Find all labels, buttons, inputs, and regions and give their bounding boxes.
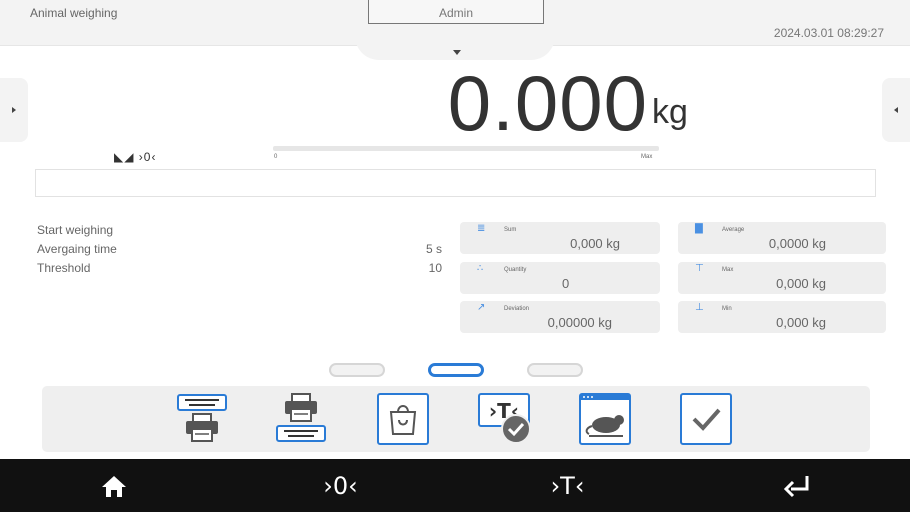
product-bag-icon <box>377 393 429 445</box>
zero-button[interactable]: ›0‹ <box>227 459 454 512</box>
stat-value: 0,00000 kg <box>547 315 612 330</box>
max-icon: ⊤ <box>695 263 704 274</box>
stat-value: 0,000 kg <box>776 315 826 330</box>
info-line <box>35 169 876 197</box>
animal-icon <box>579 393 631 445</box>
datetime: 2024.03.01 08:29:27 <box>773 26 884 40</box>
page-dot-1[interactable] <box>329 363 385 377</box>
stat-card-max: ⊤ Max 0,000 kg <box>678 262 886 294</box>
stat-label: Deviation <box>504 306 530 312</box>
tare-icon: ›T‹ <box>550 471 585 500</box>
chevron-down-icon[interactable] <box>453 50 461 55</box>
stat-card-sum: ≣ Sum 0,000 kg <box>460 222 660 254</box>
stat-label: Sum <box>504 227 517 233</box>
function-toolbar <box>42 386 870 452</box>
weight-unit: kg <box>652 93 688 131</box>
home-icon <box>101 475 126 497</box>
chevron-right-icon <box>12 107 16 113</box>
page-dot-2[interactable] <box>428 363 484 377</box>
print-header-icon <box>177 394 227 442</box>
enter-icon <box>783 475 808 497</box>
min-icon: ⊥ <box>695 302 704 313</box>
bargraph-max-label: Max <box>641 154 653 160</box>
animal-weighing-button[interactable] <box>579 392 631 446</box>
setting-start-weighing-label: Start weighing <box>37 223 114 237</box>
product-button[interactable] <box>377 392 429 446</box>
weight-value: 0.000 <box>447 59 648 147</box>
zero-icon: ›0‹ <box>323 471 358 500</box>
print-header-button[interactable] <box>176 392 228 446</box>
stat-value: 0,0000 kg <box>768 236 826 251</box>
confirm-button[interactable] <box>680 392 732 446</box>
setting-averaging-time-label: Avergaing time <box>37 242 117 256</box>
setting-threshold-value: 10 <box>428 261 442 275</box>
tare-confirm-icon: ›T‹ <box>478 393 531 444</box>
stat-value: 0,000 kg <box>776 276 826 291</box>
user-name[interactable]: Admin <box>368 6 544 20</box>
pulldown-tab[interactable] <box>355 36 555 60</box>
stat-card-average: ▇ Average 0,0000 kg <box>678 222 886 254</box>
stat-label: Average <box>722 227 745 233</box>
load-bargraph <box>273 146 659 151</box>
home-button[interactable] <box>0 459 227 512</box>
bargraph-min-label: 0 <box>274 154 278 160</box>
right-panel-handle[interactable] <box>882 78 910 142</box>
setting-averaging-time-value: 5 s <box>425 242 442 256</box>
chevron-left-icon <box>894 107 898 113</box>
stat-label: Quantity <box>504 267 527 273</box>
deviation-icon: ↗ <box>477 302 486 313</box>
app-title: Animal weighing <box>30 6 118 20</box>
quantity-icon: ∴ <box>477 263 484 274</box>
print-footer-button[interactable] <box>275 392 327 446</box>
sum-icon: ≣ <box>477 223 486 234</box>
left-panel-handle[interactable] <box>0 78 28 142</box>
stat-label: Min <box>722 306 732 312</box>
tare-confirm-button[interactable]: ›T‹ <box>478 392 531 446</box>
print-footer-icon <box>276 393 326 442</box>
stat-card-min: ⊥ Min 0,000 kg <box>678 301 886 333</box>
stat-value: 0,000 kg <box>570 236 620 251</box>
stat-card-deviation: ↗ Deviation 0,00000 kg <box>460 301 660 333</box>
stat-value: 0 <box>562 276 570 291</box>
average-icon: ▇ <box>695 223 703 234</box>
stat-card-quantity: ∴ Quantity 0 <box>460 262 660 294</box>
enter-button[interactable] <box>683 459 910 512</box>
page-dot-3[interactable] <box>527 363 583 377</box>
stat-label: Max <box>722 267 734 273</box>
setting-threshold-label: Threshold <box>37 261 91 275</box>
stability-zero-indicators: ◣◢ ›0‹ <box>114 150 157 164</box>
tare-button[interactable]: ›T‹ <box>454 459 681 512</box>
confirm-icon <box>680 393 732 445</box>
